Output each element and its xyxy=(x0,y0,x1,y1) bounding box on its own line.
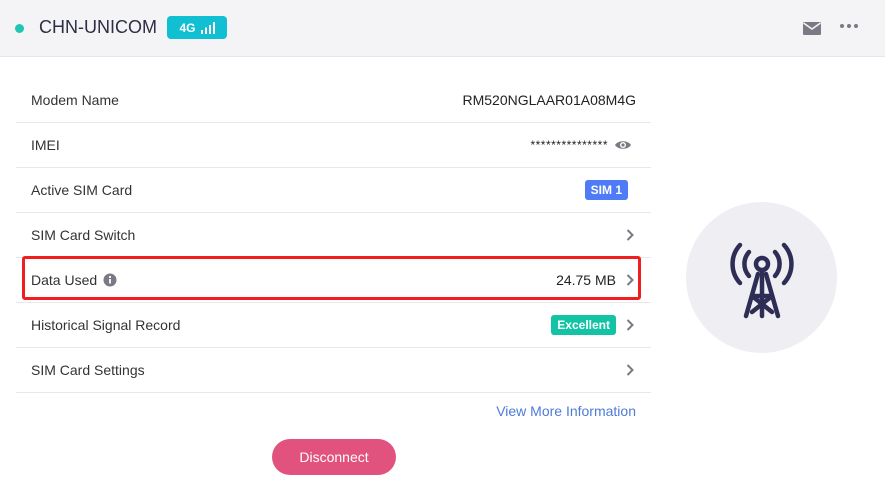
modem-info-list: Modem Name RM520NGLAAR01A08M4G IMEI ****… xyxy=(16,78,651,393)
disconnect-button[interactable]: Disconnect xyxy=(272,439,396,475)
row-sim-card-switch[interactable]: SIM Card Switch xyxy=(16,213,651,258)
more-options-button[interactable] xyxy=(838,18,860,38)
signal-quality-badge: Excellent xyxy=(551,315,616,335)
signal-record-label: Historical Signal Record xyxy=(31,317,181,333)
row-imei: IMEI *************** xyxy=(16,123,651,168)
chevron-right-icon xyxy=(626,364,634,376)
sim-switch-label: SIM Card Switch xyxy=(31,227,136,243)
sim-badge: SIM 1 xyxy=(584,180,628,200)
active-sim-label: Active SIM Card xyxy=(31,182,133,198)
view-more-link[interactable]: View More Information xyxy=(496,403,636,419)
info-icon[interactable] xyxy=(103,273,117,287)
more-icon xyxy=(840,24,858,28)
data-used-label: Data Used xyxy=(31,272,98,288)
mail-button[interactable] xyxy=(802,18,822,38)
cell-tower-icon xyxy=(729,242,794,318)
row-historical-signal-record[interactable]: Historical Signal Record Excellent xyxy=(16,303,651,348)
network-type-label: 4G xyxy=(179,20,196,35)
top-bar: CHN-UNICOM 4G xyxy=(0,0,885,57)
chevron-right-icon xyxy=(626,274,634,286)
row-modem-name: Modem Name RM520NGLAAR01A08M4G xyxy=(16,78,651,123)
modem-name-value: RM520NGLAAR01A08M4G xyxy=(462,92,636,108)
eye-icon[interactable] xyxy=(614,138,632,152)
signal-bars-icon xyxy=(200,21,215,34)
carrier-name: CHN-UNICOM xyxy=(39,17,157,37)
status-dot-icon xyxy=(15,24,24,33)
chevron-right-icon xyxy=(626,229,634,241)
imei-value: *************** xyxy=(530,138,608,152)
imei-label: IMEI xyxy=(31,137,60,153)
mail-icon xyxy=(803,22,821,35)
tower-illustration xyxy=(686,202,837,353)
sim-settings-label: SIM Card Settings xyxy=(31,362,145,378)
network-type-badge: 4G xyxy=(167,16,227,39)
row-sim-card-settings[interactable]: SIM Card Settings xyxy=(16,348,651,393)
modem-name-label: Modem Name xyxy=(31,92,119,108)
row-active-sim: Active SIM Card SIM 1 xyxy=(16,168,651,213)
data-used-value: 24.75 MB xyxy=(556,272,616,288)
row-data-used[interactable]: Data Used 24.75 MB xyxy=(16,258,651,303)
chevron-right-icon xyxy=(626,319,634,331)
